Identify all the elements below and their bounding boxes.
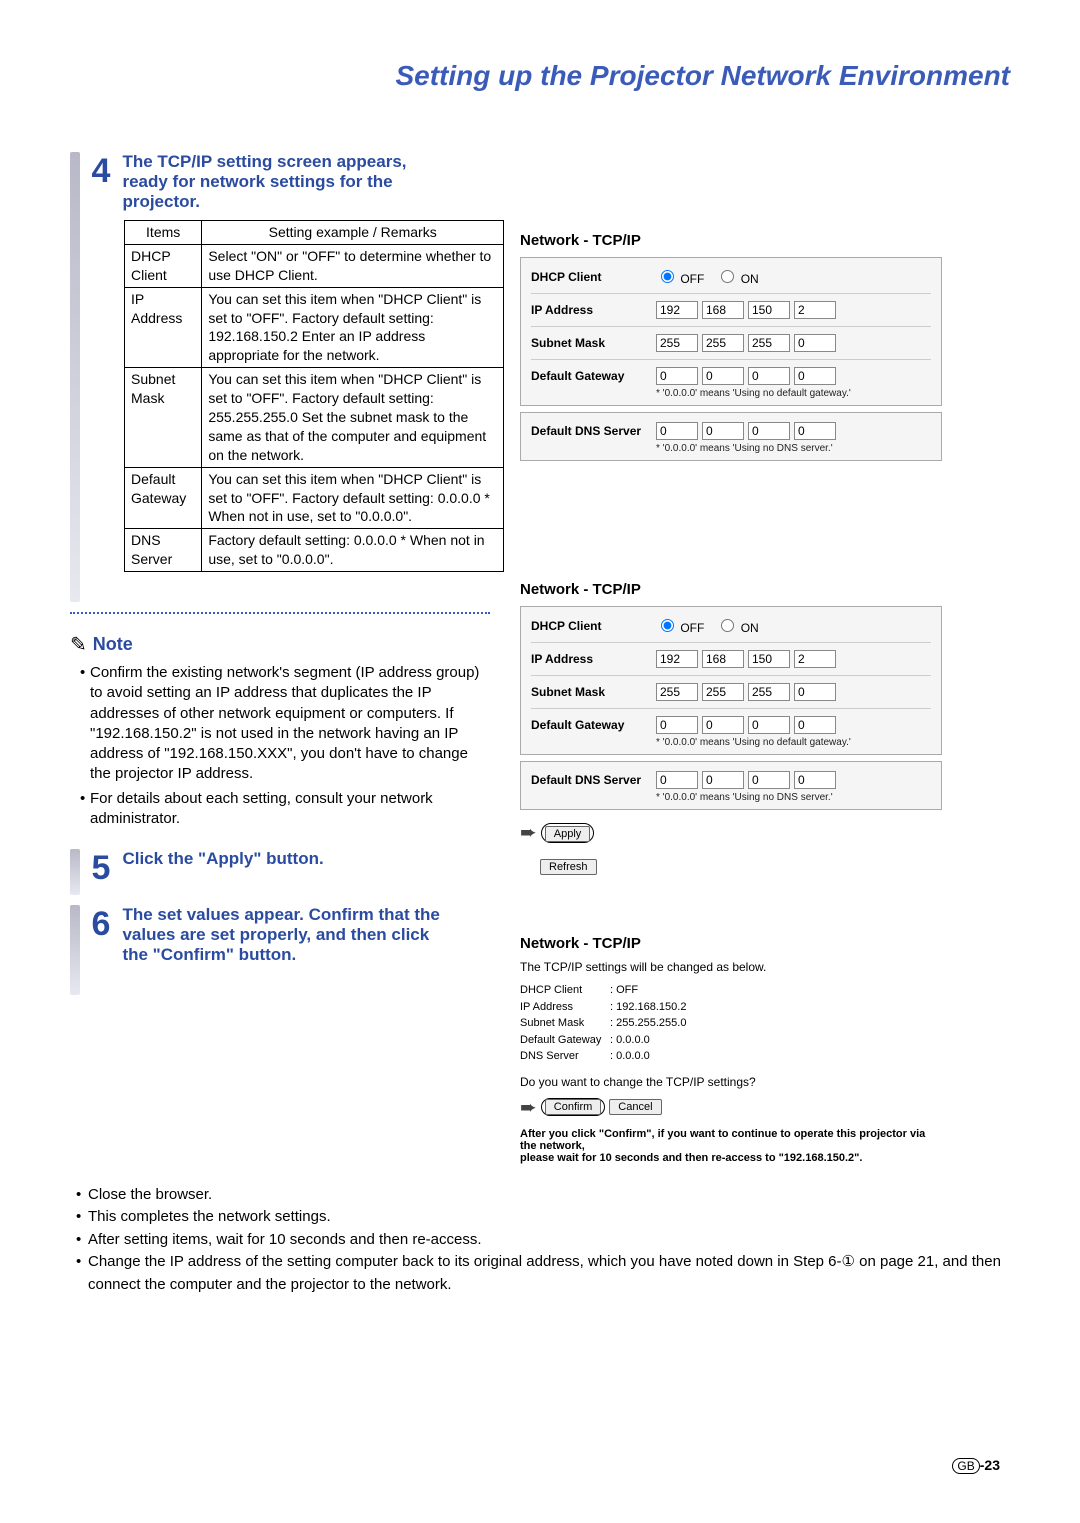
- arrow-icon: ➨: [520, 820, 537, 845]
- table-head-items: Items: [125, 221, 202, 245]
- dns-label: Default DNS Server: [531, 424, 656, 438]
- confirm-values: DHCP Client: OFF IP Address: 192.168.150…: [520, 982, 940, 1065]
- arrow-icon: ➨: [520, 1095, 537, 1120]
- ip-label: IP Address: [531, 303, 656, 317]
- gw-octet[interactable]: [702, 716, 744, 734]
- dns-note: * '0.0.0.0' means 'Using no DNS server.': [656, 443, 931, 454]
- step-5-heading: Click the "Apply" button.: [122, 849, 442, 869]
- confirm-title: Network - TCP/IP: [520, 935, 940, 952]
- gw-octet-1[interactable]: [656, 367, 698, 385]
- dhcp-on-radio[interactable]: ON: [716, 616, 758, 635]
- dhcp-label: DHCP Client: [531, 270, 656, 284]
- closing-bullets: Close the browser. This completes the ne…: [70, 1184, 1010, 1297]
- gw-octet-3[interactable]: [748, 367, 790, 385]
- panel-1-title: Network - TCP/IP: [520, 232, 1010, 249]
- dns-octet-2[interactable]: [702, 422, 744, 440]
- ip-octet[interactable]: [702, 650, 744, 668]
- panel-2-title: Network - TCP/IP: [520, 581, 1010, 598]
- table-row: DNS ServerFactory default setting: 0.0.0…: [125, 529, 504, 572]
- step-4-number: 4: [84, 152, 118, 191]
- ip-octet-4[interactable]: [794, 301, 836, 319]
- gw-octet[interactable]: [748, 716, 790, 734]
- dhcp-on-radio[interactable]: ON: [716, 267, 758, 286]
- gateway-label: Default Gateway: [531, 369, 656, 383]
- ip-octet[interactable]: [794, 650, 836, 668]
- table-head-remarks: Setting example / Remarks: [202, 221, 504, 245]
- page-title: Setting up the Projector Network Environ…: [70, 60, 1010, 92]
- cancel-button[interactable]: Cancel: [609, 1099, 661, 1115]
- sm-octet-4[interactable]: [794, 334, 836, 352]
- gw-octet-2[interactable]: [702, 367, 744, 385]
- dns-octet-4[interactable]: [794, 422, 836, 440]
- table-row: Default GatewayYou can set this item whe…: [125, 467, 504, 529]
- sm-octet[interactable]: [794, 683, 836, 701]
- refresh-button[interactable]: Refresh: [540, 859, 597, 875]
- dns-octet[interactable]: [794, 771, 836, 789]
- confirm-warning-2: please wait for 10 seconds and then re-a…: [520, 1152, 940, 1164]
- note-list: Confirm the existing network's segment (…: [70, 663, 490, 829]
- ip-octet-3[interactable]: [748, 301, 790, 319]
- subnet-label: Subnet Mask: [531, 336, 656, 350]
- gw-octet[interactable]: [794, 716, 836, 734]
- note-item: For details about each setting, consult …: [80, 789, 490, 830]
- ip-octet-2[interactable]: [702, 301, 744, 319]
- confirm-warning-1: After you click "Confirm", if you want t…: [520, 1128, 940, 1152]
- sm-octet-2[interactable]: [702, 334, 744, 352]
- dns-octet[interactable]: [656, 771, 698, 789]
- note-item: Confirm the existing network's segment (…: [80, 663, 490, 785]
- dns-octet[interactable]: [748, 771, 790, 789]
- gw-octet[interactable]: [656, 716, 698, 734]
- table-row: DHCP ClientSelect "ON" or "OFF" to deter…: [125, 244, 504, 287]
- gw-octet-4[interactable]: [794, 367, 836, 385]
- dhcp-off-radio[interactable]: OFF: [656, 616, 704, 635]
- separator-dots: [70, 612, 490, 614]
- bullet-item: This completes the network settings.: [76, 1206, 1010, 1229]
- bullet-item: Close the browser.: [76, 1184, 1010, 1207]
- step-5-number: 5: [84, 849, 118, 888]
- sm-octet-3[interactable]: [748, 334, 790, 352]
- bullet-item: After setting items, wait for 10 seconds…: [76, 1229, 1010, 1252]
- ip-octet[interactable]: [748, 650, 790, 668]
- tcpip-panel-2: DHCP Client OFF ON IP Address: [520, 606, 942, 755]
- sm-octet[interactable]: [656, 683, 698, 701]
- table-row: Subnet MaskYou can set this item when "D…: [125, 368, 504, 467]
- sm-octet[interactable]: [748, 683, 790, 701]
- decor-bar: [70, 849, 80, 895]
- note-label: Note: [93, 634, 133, 655]
- ip-octet[interactable]: [656, 650, 698, 668]
- tcpip-panel-2-dns: Default DNS Server * '0.0.0.0' means 'Us…: [520, 761, 942, 810]
- decor-bar: [70, 905, 80, 995]
- page-number: GB-23: [952, 1457, 1000, 1473]
- dns-octet[interactable]: [702, 771, 744, 789]
- confirm-intro: The TCP/IP settings will be changed as b…: [520, 960, 940, 974]
- table-row: IP AddressYou can set this item when "DH…: [125, 287, 504, 368]
- sm-octet-1[interactable]: [656, 334, 698, 352]
- decor-bar: [70, 152, 80, 602]
- step-4-heading: The TCP/IP setting screen appears, ready…: [122, 152, 442, 212]
- dhcp-off-radio[interactable]: OFF: [656, 267, 704, 286]
- ip-octet-1[interactable]: [656, 301, 698, 319]
- tcpip-panel-1: DHCP Client OFF ON IP Address: [520, 257, 942, 406]
- apply-button[interactable]: Apply: [545, 826, 591, 842]
- gateway-note: * '0.0.0.0' means 'Using no default gate…: [656, 388, 931, 399]
- dns-octet-3[interactable]: [748, 422, 790, 440]
- bullet-item: Change the IP address of the setting com…: [76, 1251, 1010, 1296]
- settings-table: Items Setting example / Remarks DHCP Cli…: [124, 220, 504, 572]
- step-6-heading: The set values appear. Confirm that the …: [122, 905, 442, 965]
- sm-octet[interactable]: [702, 683, 744, 701]
- confirm-button[interactable]: Confirm: [545, 1099, 602, 1115]
- confirm-question: Do you want to change the TCP/IP setting…: [520, 1075, 940, 1089]
- note-icon: ✎: [70, 632, 87, 657]
- dns-octet-1[interactable]: [656, 422, 698, 440]
- step-6-number: 6: [84, 905, 118, 944]
- tcpip-panel-1-dns: Default DNS Server * '0.0.0.0' means 'Us…: [520, 412, 942, 461]
